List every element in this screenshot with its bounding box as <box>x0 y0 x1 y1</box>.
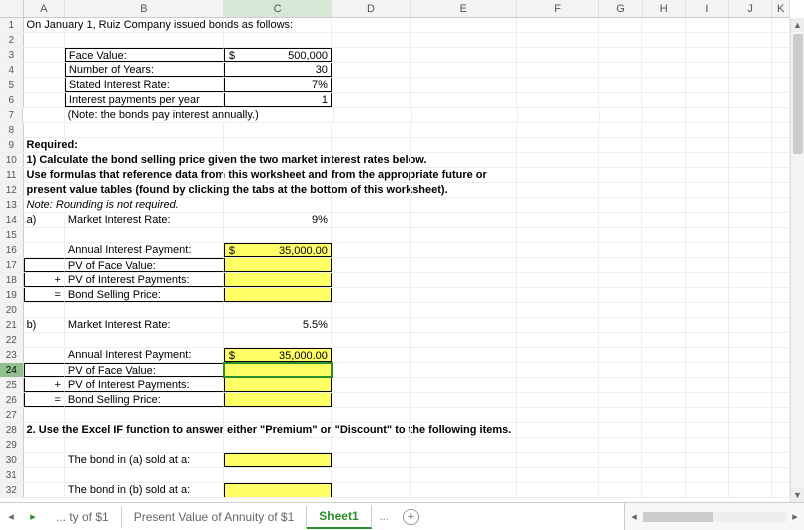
cell-A21[interactable]: b) <box>24 318 65 332</box>
cell-A26[interactable]: = <box>24 393 65 407</box>
col-header-H[interactable]: H <box>643 0 686 17</box>
spreadsheet: A B C D E F G H I J K 1 On January 1, Ru… <box>0 0 790 502</box>
cell-B4[interactable]: Number of Years: <box>65 63 224 77</box>
cell-C21[interactable]: 5.5% <box>224 318 332 332</box>
col-header-F[interactable]: F <box>517 0 600 17</box>
cell-B5[interactable]: Stated Interest Rate: <box>65 78 224 92</box>
cell-C24-active[interactable] <box>224 363 332 377</box>
select-all-corner[interactable] <box>0 0 24 17</box>
horizontal-scrollbar[interactable]: ◂ ▸ <box>624 503 804 530</box>
vertical-scrollbar[interactable]: ▲ ▼ <box>790 18 804 502</box>
cell-B18[interactable]: PV of Interest Payments: <box>65 273 224 287</box>
cell-B25[interactable]: PV of Interest Payments: <box>65 378 224 392</box>
cell-B6[interactable]: Interest payments per year <box>65 93 224 107</box>
cell-C5[interactable]: 7% <box>224 78 332 92</box>
hscroll-thumb[interactable] <box>643 512 713 522</box>
cell-A11[interactable]: Use formulas that reference data from th… <box>24 168 66 182</box>
cell-B30[interactable]: The bond in (a) sold at a: <box>65 453 224 467</box>
scroll-thumb[interactable] <box>793 34 803 154</box>
cell-B16[interactable]: Annual Interest Payment: <box>65 243 224 257</box>
cell-C6[interactable]: 1 <box>224 93 332 107</box>
tab-sheet1[interactable]: Sheet1 <box>307 505 371 529</box>
cell-C4[interactable]: 30 <box>224 63 332 77</box>
col-header-I[interactable]: I <box>686 0 729 17</box>
hscroll-right-icon[interactable]: ▸ <box>786 510 804 523</box>
cell-A14[interactable]: a) <box>24 213 65 227</box>
tab-pv-annuity[interactable]: Present Value of Annuity of $1 <box>122 506 308 528</box>
cell-C25[interactable] <box>224 378 332 392</box>
hscroll-left-icon[interactable]: ◂ <box>625 510 643 523</box>
column-headers: A B C D E F G H I J K <box>0 0 790 18</box>
cell-C16[interactable]: $35,000.00 <box>224 243 332 257</box>
cell-C19[interactable] <box>224 288 332 302</box>
cell-B19[interactable]: Bond Selling Price: <box>65 288 224 302</box>
add-sheet-icon[interactable]: + <box>403 509 419 525</box>
tab-more[interactable]: ... <box>372 511 397 523</box>
cell-A9[interactable]: Required: <box>24 138 66 152</box>
col-header-C[interactable]: C <box>224 0 332 17</box>
cell-C26[interactable] <box>224 393 332 407</box>
cell-B32[interactable]: The bond in (b) sold at a: <box>65 483 224 497</box>
col-header-B[interactable]: B <box>65 0 224 17</box>
scroll-down-icon[interactable]: ▼ <box>791 488 804 502</box>
cell-B17[interactable]: PV of Face Value: <box>65 258 224 272</box>
col-header-G[interactable]: G <box>599 0 642 17</box>
grid[interactable]: 1 On January 1, Ruiz Company issued bond… <box>0 18 790 498</box>
cell-A10[interactable]: 1) Calculate the bond selling price give… <box>24 153 66 167</box>
sheet-tab-bar: ◂ ▸ ... ty of $1 Present Value of Annuit… <box>0 502 804 530</box>
cell-A1[interactable]: On January 1, Ruiz Company issued bonds … <box>24 18 66 32</box>
col-header-E[interactable]: E <box>411 0 517 17</box>
tab-nav-prev-icon[interactable]: ◂ <box>0 510 22 523</box>
cell-B14[interactable]: Market Interest Rate: <box>65 213 224 227</box>
tab-fv-of-1[interactable]: ... ty of $1 <box>44 506 122 528</box>
row-header[interactable]: 1 <box>0 18 24 32</box>
tab-nav-next-icon[interactable]: ▸ <box>22 510 44 523</box>
cell-A25[interactable]: + <box>24 378 65 392</box>
cell-A18[interactable]: + <box>24 273 65 287</box>
col-header-K[interactable]: K <box>772 0 790 17</box>
cell-C23[interactable]: $35,000.00 <box>224 348 332 362</box>
cell-B3[interactable]: Face Value: <box>65 48 224 62</box>
cell-C18[interactable] <box>224 273 332 287</box>
scroll-up-icon[interactable]: ▲ <box>791 18 804 32</box>
hscroll-track[interactable] <box>643 512 786 522</box>
cell-B21[interactable]: Market Interest Rate: <box>65 318 224 332</box>
cell-B26[interactable]: Bond Selling Price: <box>65 393 224 407</box>
cell-C14[interactable]: 9% <box>224 213 332 227</box>
cell-B23[interactable]: Annual Interest Payment: <box>65 348 224 362</box>
cell-B24[interactable]: PV of Face Value: <box>65 363 224 377</box>
cell-A13[interactable]: Note: Rounding is not required. <box>24 198 66 212</box>
cell-C17[interactable] <box>224 258 332 272</box>
cell-A28[interactable]: 2. Use the Excel IF function to answer e… <box>24 423 66 437</box>
cell-A19[interactable]: = <box>24 288 65 302</box>
col-header-J[interactable]: J <box>729 0 772 17</box>
col-header-A[interactable]: A <box>24 0 65 17</box>
col-header-D[interactable]: D <box>332 0 411 17</box>
cell-C30[interactable] <box>224 453 332 467</box>
cell-A12[interactable]: present value tables (found by clicking … <box>24 183 66 197</box>
cell-C32[interactable] <box>224 483 332 497</box>
cell-C3[interactable]: $500,000 <box>224 48 332 62</box>
cell-B7[interactable]: (Note: the bonds pay interest annually.) <box>65 108 227 122</box>
